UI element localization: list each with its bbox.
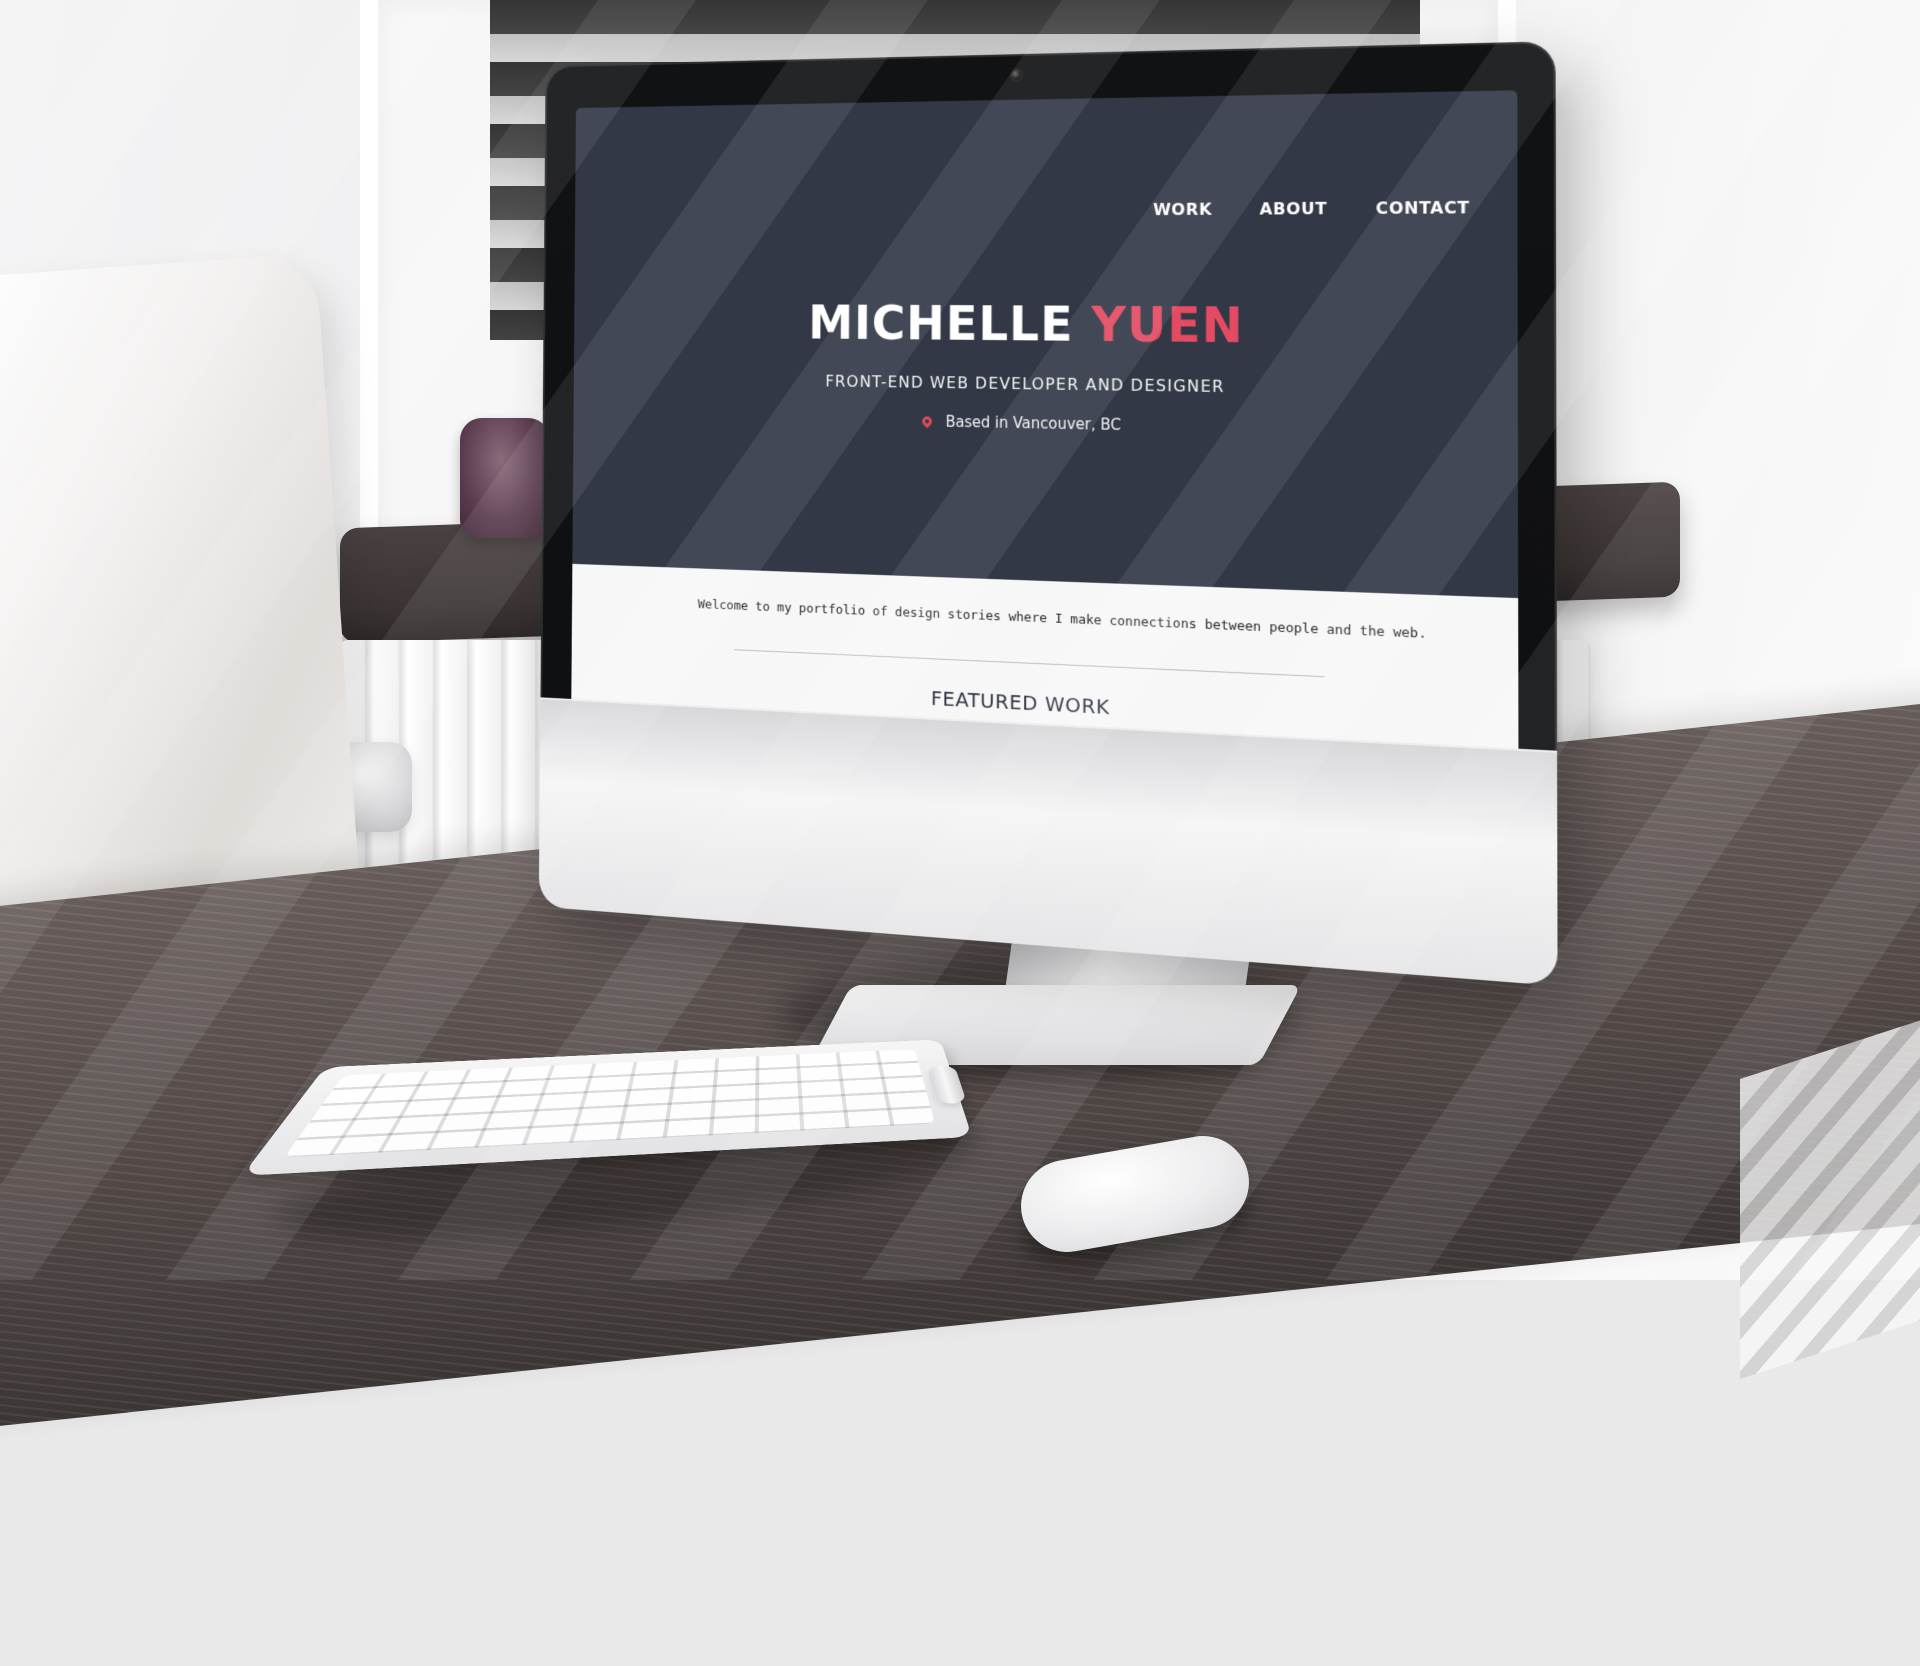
- hero-location-text: Based in Vancouver, BC: [946, 413, 1121, 434]
- nav-work-link[interactable]: WORK: [1153, 200, 1212, 220]
- hero-title-last: YUEN: [1091, 297, 1244, 355]
- desk-photo: { "website": { "nav": { "items": [ { "la…: [0, 0, 1920, 1280]
- imac-screen: WORK ABOUT CONTACT MICHELLE YUEN FRONT-E…: [571, 90, 1518, 765]
- website-hero: WORK ABOUT CONTACT MICHELLE YUEN FRONT-E…: [572, 90, 1518, 598]
- hero-subtitle: FRONT-END WEB DEVELOPER AND DESIGNER: [574, 369, 1518, 401]
- apple-logo-icon: [962, 1504, 1021, 1584]
- website-nav: WORK ABOUT CONTACT: [1153, 198, 1470, 219]
- candle-holder: [460, 418, 550, 538]
- keyboard-keys: [284, 1049, 935, 1157]
- divider: [734, 649, 1325, 677]
- camera-icon: [1012, 70, 1022, 80]
- nav-about-link[interactable]: ABOUT: [1260, 199, 1328, 219]
- hero-title: MICHELLE YUEN: [574, 295, 1518, 357]
- map-pin-icon: [922, 416, 934, 428]
- hero-location: Based in Vancouver, BC: [573, 406, 1517, 441]
- intro-text: Welcome to my portfolio of design storie…: [698, 597, 1389, 640]
- hero-title-first: MICHELLE: [808, 296, 1073, 353]
- imac: WORK ABOUT CONTACT MICHELLE YUEN FRONT-E…: [539, 41, 1558, 986]
- nav-contact-link[interactable]: CONTACT: [1376, 198, 1470, 218]
